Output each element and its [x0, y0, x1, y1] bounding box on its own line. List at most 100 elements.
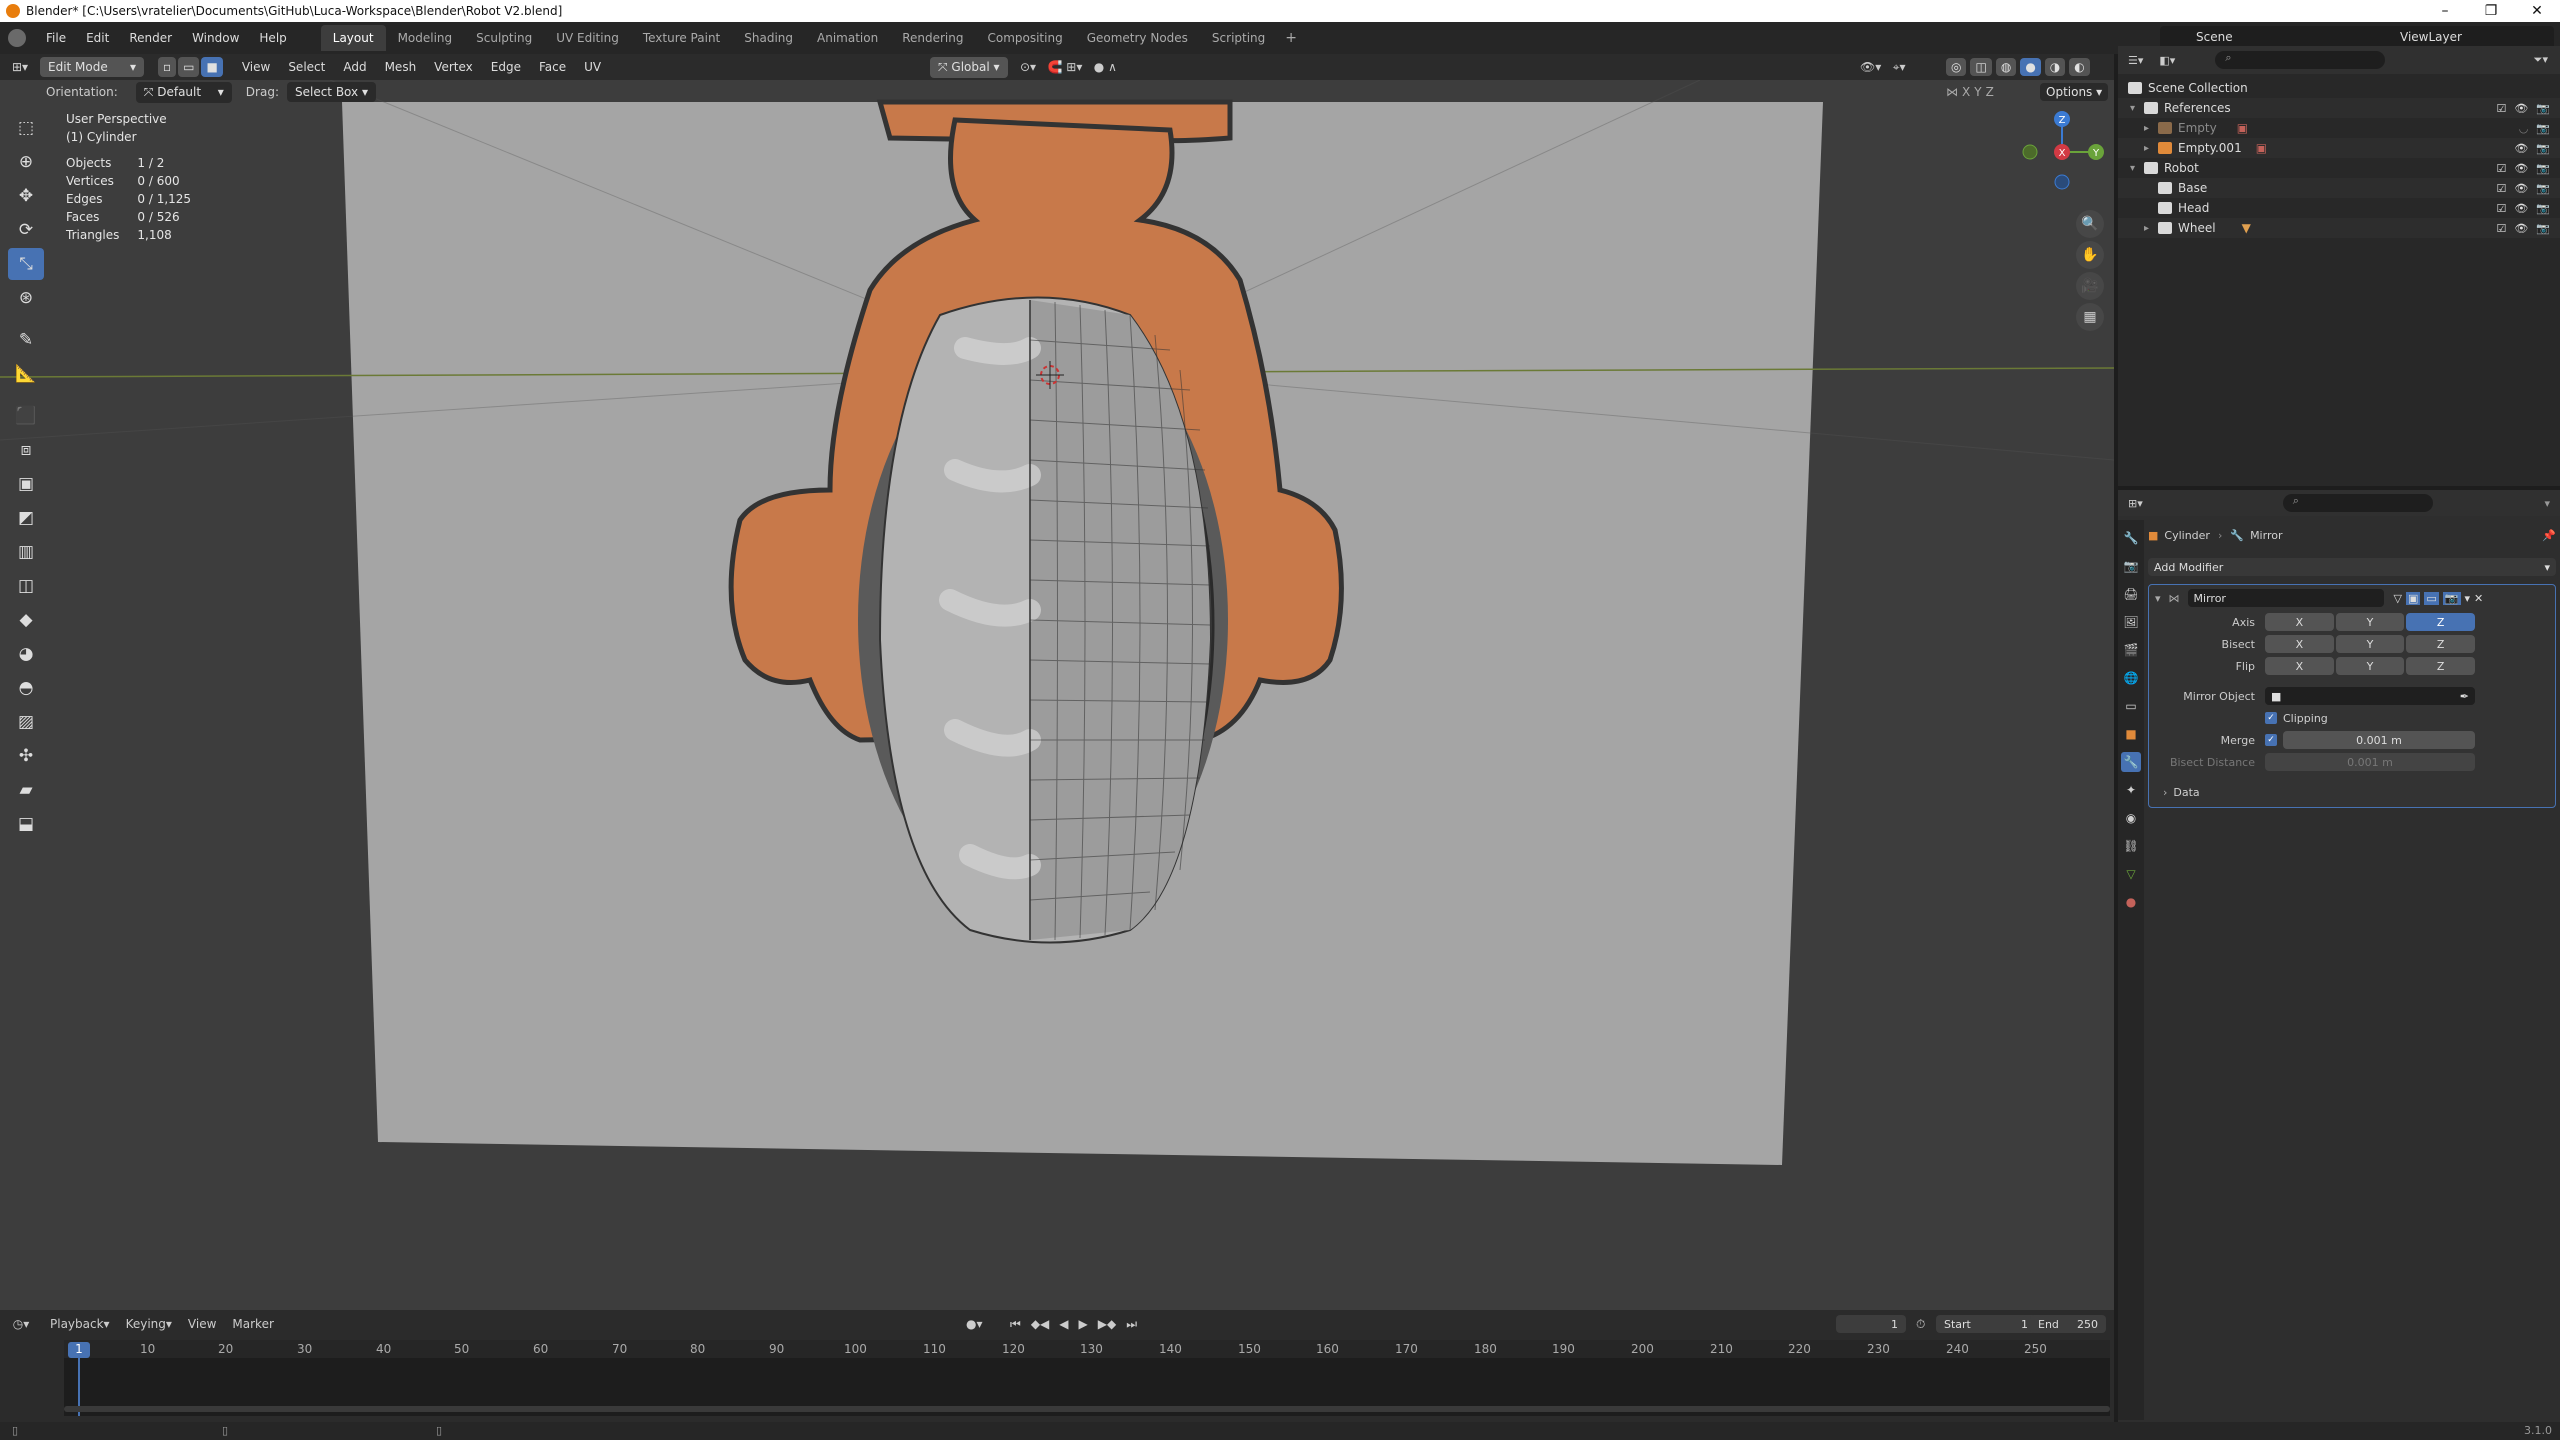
- outliner-row-scene-collection[interactable]: Scene Collection: [2118, 78, 2560, 98]
- blender-menu-icon[interactable]: [8, 29, 26, 47]
- camera-icon[interactable]: 📷: [2536, 182, 2550, 195]
- wireframe-shading-icon[interactable]: ◍: [1995, 58, 2017, 76]
- timeline-view-menu[interactable]: View: [180, 1317, 224, 1331]
- timeline-track-area[interactable]: [64, 1358, 2110, 1416]
- properties-options-icon[interactable]: ▾: [2544, 497, 2550, 510]
- jump-end-icon[interactable]: ⏭: [1126, 1317, 1137, 1332]
- camera-icon[interactable]: 📷: [2536, 162, 2550, 175]
- pin-icon[interactable]: 📌: [2542, 529, 2556, 542]
- modifier-dropdown-icon[interactable]: ▾: [2465, 592, 2471, 605]
- use-preview-range-icon[interactable]: ⏱: [1916, 1317, 1925, 1332]
- eyedropper-icon[interactable]: ✒: [2460, 690, 2469, 703]
- menu-render[interactable]: Render: [119, 31, 182, 45]
- visibility-toggles[interactable]: ☑ 👁 📷: [2496, 102, 2550, 115]
- inset-tool-icon[interactable]: ▣: [8, 468, 44, 500]
- mirror-z-toggle[interactable]: Z: [1986, 85, 1994, 99]
- timeline-editor-type-icon[interactable]: ◷▾: [0, 1317, 42, 1331]
- axis-y-toggle[interactable]: Y: [2335, 613, 2405, 631]
- tab-compositing[interactable]: Compositing: [975, 25, 1074, 51]
- maximize-button[interactable]: ❐: [2468, 3, 2514, 19]
- output-tab-icon[interactable]: 🖨: [2121, 584, 2141, 604]
- rip-region-tool-icon[interactable]: ⬓: [8, 808, 44, 840]
- pivot-snap-icons[interactable]: ⊙▾ 🧲 ⊞▾ ● ∧: [1020, 60, 1117, 74]
- end-frame-field[interactable]: End 250: [2030, 1315, 2106, 1333]
- menu-edge[interactable]: Edge: [482, 60, 530, 74]
- tab-animation[interactable]: Animation: [805, 25, 890, 51]
- bisect-distance-field[interactable]: 0.001 m: [2265, 753, 2475, 771]
- edge-select-icon[interactable]: ▭: [178, 57, 200, 77]
- tab-sculpting[interactable]: Sculpting: [464, 25, 544, 51]
- tab-layout[interactable]: Layout: [320, 25, 386, 51]
- vertex-select-icon[interactable]: ▫: [158, 57, 177, 77]
- flip-x-toggle[interactable]: X: [2265, 657, 2334, 675]
- annotate-tool-icon[interactable]: ✎: [8, 324, 44, 356]
- visibility-toggles[interactable]: 👁 📷: [2514, 142, 2550, 155]
- display-mode-icon[interactable]: ◧▾: [2159, 54, 2175, 67]
- outliner-search-input[interactable]: ⌕: [2215, 51, 2386, 69]
- edge-slide-tool-icon[interactable]: ▨: [8, 706, 44, 738]
- flip-z-toggle[interactable]: Z: [2406, 657, 2476, 675]
- overlays-icon[interactable]: ◎: [1946, 58, 1967, 76]
- play-icon[interactable]: ▶: [1079, 1317, 1088, 1332]
- bisect-z-toggle[interactable]: Z: [2406, 635, 2476, 653]
- prev-keyframe-icon[interactable]: ◆◀: [1031, 1317, 1049, 1332]
- constraints-tab-icon[interactable]: ⛓: [2121, 836, 2141, 856]
- close-window-button[interactable]: ✕: [2514, 3, 2560, 19]
- rotate-tool-icon[interactable]: ⟳: [8, 214, 44, 246]
- drag-dropdown[interactable]: Select Box ▾: [286, 82, 376, 102]
- transform-orientation-dropdown[interactable]: ⤧ Global ▾: [930, 56, 1008, 78]
- timeline-scrollbar[interactable]: [64, 1406, 2110, 1412]
- editor-type-icon[interactable]: ⊞▾: [0, 60, 40, 74]
- navigation-gizmo[interactable]: Z Y X 🔍 ✋ 🎥 ▦: [2010, 104, 2110, 334]
- view-layer-tab-icon[interactable]: 🖼: [2121, 612, 2141, 632]
- visibility-toggles[interactable]: ☑ 👁 📷: [2496, 182, 2550, 195]
- camera-icon[interactable]: 📷: [2536, 102, 2550, 115]
- cursor-tool-icon[interactable]: ⊕: [8, 146, 44, 178]
- outliner-row-robot[interactable]: ▾ Robot ☑ 👁 📷: [2118, 158, 2560, 178]
- solid-shading-icon[interactable]: ●: [2020, 58, 2041, 76]
- edit-cage-icon[interactable]: ▽: [2394, 592, 2402, 605]
- particles-tab-icon[interactable]: ✦: [2121, 780, 2141, 800]
- current-frame-field[interactable]: 1: [1836, 1315, 1906, 1333]
- outliner-editor-type-icon[interactable]: ☰▾: [2128, 54, 2143, 67]
- menu-edit[interactable]: Edit: [76, 31, 119, 45]
- edit-mode-toggle-icon[interactable]: ▣: [2406, 591, 2421, 605]
- menu-add[interactable]: Add: [334, 60, 375, 74]
- tab-shading[interactable]: Shading: [732, 25, 805, 51]
- properties-search-input[interactable]: ⌕: [2282, 494, 2433, 512]
- expand-toggle-icon[interactable]: ▾: [2130, 163, 2144, 174]
- shear-tool-icon[interactable]: ▰: [8, 774, 44, 806]
- object-tab-icon[interactable]: ■: [2121, 724, 2141, 744]
- eye-icon[interactable]: 👁: [2514, 162, 2528, 175]
- camera-icon[interactable]: 📷: [2536, 222, 2550, 235]
- outliner-row-head[interactable]: Head ☑ 👁 📷: [2118, 198, 2560, 218]
- viewport-gizmo-toggles[interactable]: 👁▾ ⌖▾: [1860, 60, 1905, 75]
- tab-uv-editing[interactable]: UV Editing: [544, 25, 631, 51]
- tab-geometry-nodes[interactable]: Geometry Nodes: [1075, 25, 1200, 51]
- merge-checkbox[interactable]: ✓: [2265, 734, 2277, 746]
- knife-tool-icon[interactable]: ◫: [8, 570, 44, 602]
- menu-uv[interactable]: UV: [575, 60, 610, 74]
- collection-tab-icon[interactable]: ▭: [2121, 696, 2141, 716]
- expand-toggle-icon[interactable]: ▾: [2130, 103, 2144, 114]
- menu-view[interactable]: View: [233, 60, 279, 74]
- transform-tool-icon[interactable]: ⊛: [8, 282, 44, 314]
- playback-menu[interactable]: Playback▾: [42, 1317, 118, 1331]
- clipping-checkbox[interactable]: ✓: [2265, 712, 2277, 724]
- poly-build-tool-icon[interactable]: ◆: [8, 604, 44, 636]
- camera-icon[interactable]: 📷: [2536, 202, 2550, 215]
- menu-window[interactable]: Window: [182, 31, 249, 45]
- move-tool-icon[interactable]: ✥: [8, 180, 44, 212]
- mode-selector[interactable]: Edit Mode ▾: [40, 57, 144, 77]
- xray-icon[interactable]: ◫: [1970, 58, 1992, 76]
- viewport-toggle-icon[interactable]: ▭: [2424, 591, 2439, 605]
- tab-texture-paint[interactable]: Texture Paint: [631, 25, 732, 51]
- face-select-icon[interactable]: ■: [201, 57, 223, 77]
- data-subpanel-header[interactable]: › Data: [2163, 781, 2555, 803]
- eye-icon[interactable]: 👁: [2514, 222, 2528, 235]
- jump-start-icon[interactable]: ⏮: [1010, 1317, 1021, 1332]
- outliner-row-references[interactable]: ▾ References ☑ 👁 📷: [2118, 98, 2560, 118]
- perspective-toggle-icon[interactable]: ▦: [2076, 303, 2104, 331]
- extrude-tool-icon[interactable]: ⧈: [8, 434, 44, 466]
- collapse-chevron-icon[interactable]: ▾: [2155, 592, 2161, 605]
